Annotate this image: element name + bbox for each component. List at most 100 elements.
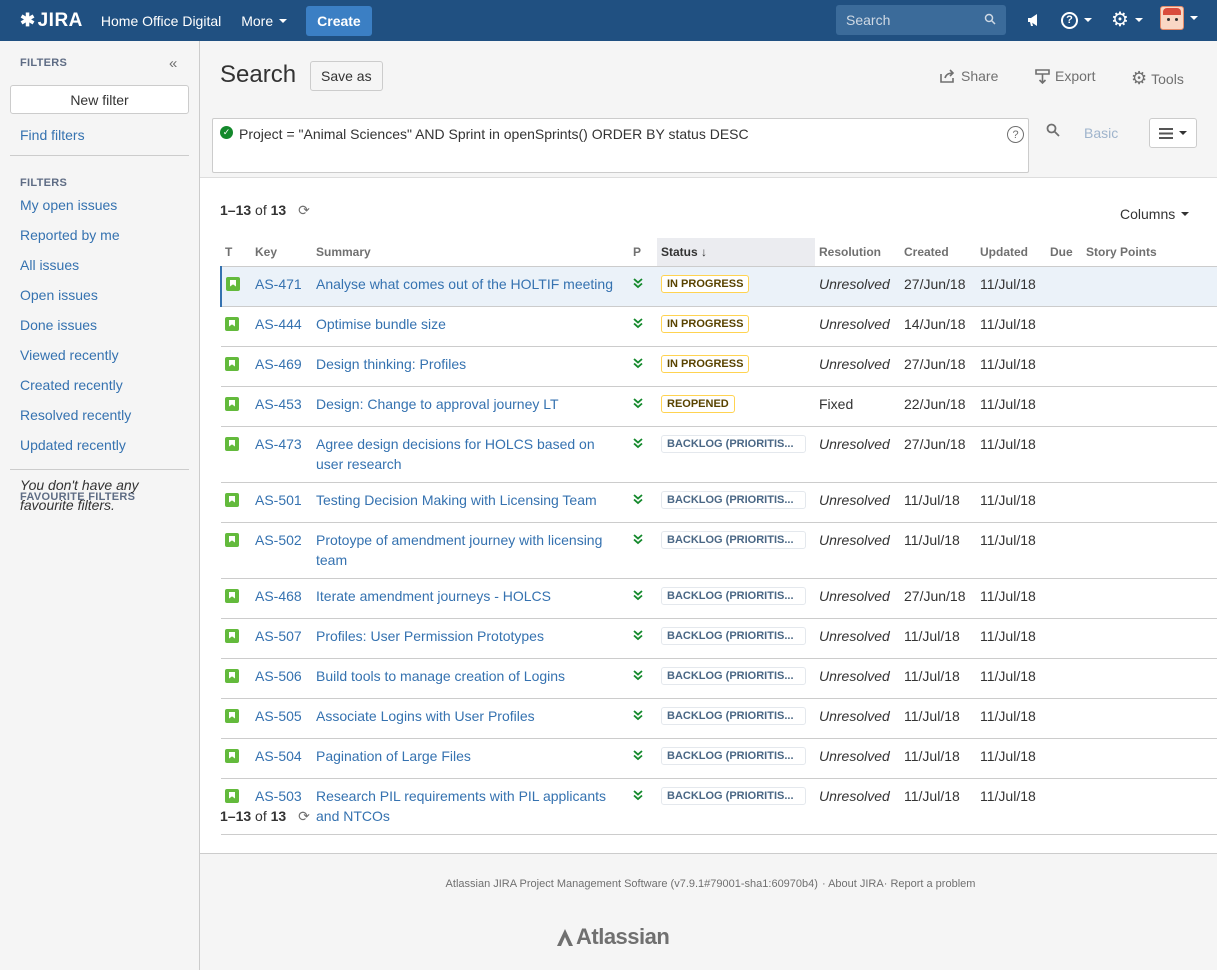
- issue-summary-link[interactable]: Testing Decision Making with Licensing T…: [316, 492, 597, 508]
- table-row[interactable]: AS-469 Design thinking: Profiles IN PROGRE…: [221, 346, 1217, 387]
- column-header-due[interactable]: Due: [1046, 238, 1082, 267]
- created-cell: 11/Jul/18: [900, 618, 976, 659]
- table-row[interactable]: AS-503 Research PIL requirements with PIL…: [221, 778, 1217, 835]
- header-search-input[interactable]: Search: [836, 5, 1006, 35]
- sidebar-item-all-issues[interactable]: All issues: [20, 257, 79, 273]
- issue-summary-link[interactable]: Analyse what comes out of the HOLTIF mee…: [316, 276, 613, 292]
- sidebar-item-resolved-recently[interactable]: Resolved recently: [20, 407, 131, 423]
- layout-switcher-button[interactable]: [1149, 118, 1197, 148]
- basic-search-link[interactable]: Basic: [1084, 125, 1118, 141]
- issue-key-link[interactable]: AS-501: [255, 492, 302, 508]
- more-menu[interactable]: More: [241, 13, 288, 29]
- sidebar-item-viewed-recently[interactable]: Viewed recently: [20, 347, 119, 363]
- create-button[interactable]: Create: [306, 5, 372, 36]
- resolution-cell: Unresolved: [815, 698, 900, 739]
- resolution-cell: Unresolved: [815, 522, 900, 579]
- table-row[interactable]: AS-471 Analyse what comes out of the HOLT…: [220, 266, 1217, 307]
- issue-key-link[interactable]: AS-506: [255, 668, 302, 684]
- new-filter-button[interactable]: New filter: [10, 85, 189, 114]
- issue-summary-link[interactable]: Research PIL requirements with PIL appli…: [316, 788, 606, 824]
- priority-lowest-icon: [633, 277, 643, 288]
- export-button[interactable]: Export: [1035, 68, 1095, 84]
- issue-summary-link[interactable]: Iterate amendment journeys - HOLCS: [316, 588, 551, 604]
- priority-cell: [629, 738, 657, 779]
- brand-name[interactable]: Home Office Digital: [101, 13, 221, 29]
- search-icon[interactable]: [1046, 123, 1060, 137]
- report-problem-link[interactable]: Report a problem: [890, 878, 975, 890]
- save-as-button[interactable]: Save as: [310, 61, 383, 91]
- issue-summary-link[interactable]: Design: Change to approval journey LT: [316, 396, 559, 412]
- issue-summary-link[interactable]: Profiles: User Permission Prototypes: [316, 628, 544, 644]
- issue-type-cell: [220, 266, 251, 307]
- table-row[interactable]: AS-506 Build tools to manage creation of …: [221, 658, 1217, 699]
- column-header-summary[interactable]: Summary: [312, 238, 629, 267]
- issue-summary-link[interactable]: Build tools to manage creation of Logins: [316, 668, 565, 684]
- status-badge: IN PROGRESS: [661, 274, 750, 293]
- refresh-icon[interactable]: ⟳: [298, 808, 310, 825]
- refresh-icon[interactable]: ⟳: [298, 202, 310, 219]
- issue-summary-link[interactable]: Protoype of amendment journey with licen…: [316, 532, 602, 568]
- table-row[interactable]: AS-507 Profiles: User Permission Prototyp…: [221, 618, 1217, 659]
- column-header-resolution[interactable]: Resolution: [815, 238, 900, 267]
- priority-lowest-icon: [633, 709, 643, 720]
- collapse-sidebar-icon[interactable]: «: [169, 55, 177, 72]
- issue-type-cell: [221, 658, 251, 699]
- sidebar-item-my-open-issues[interactable]: My open issues: [20, 197, 117, 213]
- table-row[interactable]: AS-502 Protoype of amendment journey with…: [221, 522, 1217, 579]
- admin-menu[interactable]: ⚙: [1111, 10, 1143, 30]
- table-row[interactable]: AS-468 Iterate amendment journeys - HOLCS…: [221, 578, 1217, 619]
- resolution-value: Unresolved: [819, 435, 890, 452]
- sidebar-item-updated-recently[interactable]: Updated recently: [20, 437, 126, 453]
- columns-button[interactable]: Columns: [1120, 206, 1190, 222]
- sidebar-item-reported-by-me[interactable]: Reported by me: [20, 227, 120, 243]
- table-row[interactable]: AS-444 Optimise bundle size IN PROGRESS Unr…: [221, 306, 1217, 347]
- issue-summary-link[interactable]: Agree design decisions for HOLCS based o…: [316, 436, 595, 472]
- help-menu[interactable]: ?: [1061, 10, 1092, 30]
- issue-summary-link[interactable]: Associate Logins with User Profiles: [316, 708, 535, 724]
- sidebar-item-open-issues[interactable]: Open issues: [20, 287, 98, 303]
- issue-key-link[interactable]: AS-468: [255, 588, 302, 604]
- issue-key-link[interactable]: AS-503: [255, 788, 302, 804]
- issue-summary-link[interactable]: Optimise bundle size: [316, 316, 446, 332]
- issue-key-link[interactable]: AS-505: [255, 708, 302, 724]
- tools-button[interactable]: ⚙ Tools: [1131, 68, 1184, 89]
- find-filters-link[interactable]: Find filters: [20, 127, 85, 143]
- issue-summary-link[interactable]: Pagination of Large Files: [316, 748, 471, 764]
- user-menu[interactable]: [1160, 6, 1198, 30]
- table-row[interactable]: AS-505 Associate Logins with User Profile…: [221, 698, 1217, 739]
- issue-key-link[interactable]: AS-471: [255, 276, 302, 292]
- jira-logo[interactable]: ✱ JIRA: [20, 10, 83, 32]
- help-icon[interactable]: ?: [1007, 126, 1024, 143]
- issue-key-link[interactable]: AS-504: [255, 748, 302, 764]
- sidebar-item-created-recently[interactable]: Created recently: [20, 377, 123, 393]
- announcement-icon[interactable]: [1026, 10, 1042, 30]
- table-row[interactable]: AS-473 Agree design decisions for HOLCS b…: [221, 426, 1217, 483]
- column-header-key[interactable]: Key: [251, 238, 312, 267]
- column-header-created[interactable]: Created: [900, 238, 976, 267]
- priority-cell: [629, 698, 657, 739]
- column-header-updated[interactable]: Updated: [976, 238, 1046, 267]
- status-badge: IN PROGRESS: [661, 314, 750, 333]
- sidebar-item-done-issues[interactable]: Done issues: [20, 317, 97, 333]
- issue-key-link[interactable]: AS-502: [255, 532, 302, 548]
- jql-query-input[interactable]: ✓ Project = "Animal Sciences" AND Sprint…: [212, 118, 1029, 173]
- issue-summary-link[interactable]: Design thinking: Profiles: [316, 356, 466, 372]
- column-header-priority[interactable]: P: [629, 238, 657, 267]
- column-header-status[interactable]: Status ↓: [657, 238, 815, 267]
- issue-key-link[interactable]: AS-507: [255, 628, 302, 644]
- about-jira-link[interactable]: About JIRA: [828, 878, 884, 890]
- column-header-type[interactable]: T: [221, 238, 251, 267]
- priority-lowest-icon: [633, 669, 643, 680]
- issue-key-link[interactable]: AS-469: [255, 356, 302, 372]
- table-row[interactable]: AS-504 Pagination of Large Files BACKLOG (…: [221, 738, 1217, 779]
- share-button[interactable]: Share: [940, 68, 998, 84]
- due-cell: [1046, 738, 1082, 779]
- issue-key-link[interactable]: AS-473: [255, 436, 302, 452]
- issue-key-link[interactable]: AS-444: [255, 316, 302, 332]
- atlassian-logo[interactable]: Atlassian: [554, 924, 670, 950]
- column-header-story-points[interactable]: Story Points: [1082, 238, 1217, 267]
- issue-key-link[interactable]: AS-453: [255, 396, 302, 412]
- issue-type-cell: [221, 618, 251, 659]
- table-row[interactable]: AS-453 Design: Change to approval journey…: [221, 386, 1217, 427]
- table-row[interactable]: AS-501 Testing Decision Making with Licen…: [221, 482, 1217, 523]
